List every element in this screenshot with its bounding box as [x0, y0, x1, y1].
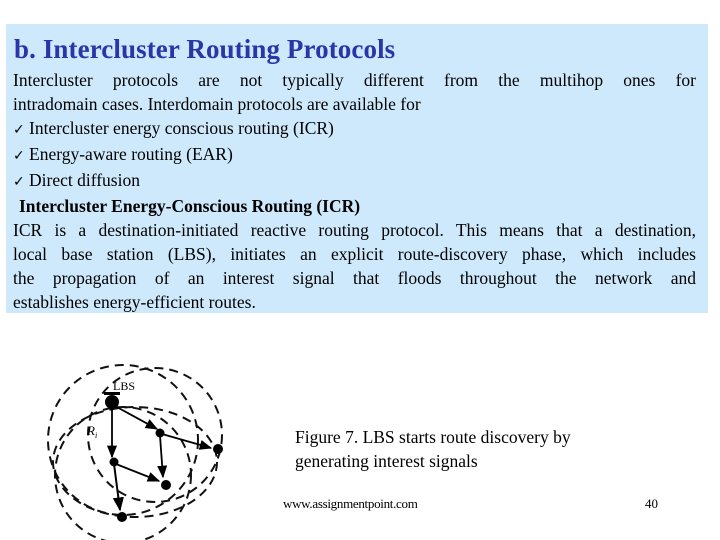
body-line: establishes energy-efficient routes. [13, 292, 256, 312]
lbs-label: LBS [113, 379, 135, 393]
body-line: local base station (LBS), initiates an e… [13, 244, 696, 264]
figure-background [35, 330, 241, 540]
sensor-node [161, 480, 171, 490]
intro-line: Intercluster protocols are not typically… [13, 70, 696, 90]
slide-body: Intercluster protocols are not typically… [13, 68, 696, 314]
sensor-node [117, 512, 127, 522]
bullet-text: Energy-aware routing (EAR) [29, 144, 233, 164]
checkmark-icon: ✓ [13, 122, 25, 138]
slide-title: b. Intercluster Routing Protocols [14, 34, 396, 64]
ri-label-subscript: i [95, 431, 97, 440]
content-box: b. Intercluster Routing Protocols Interc… [6, 24, 708, 313]
bullet-text: Direct diffusion [29, 170, 140, 190]
bullet-item: ✓ Energy-aware routing (EAR) [13, 142, 696, 168]
route-discovery-figure: LBS Ri [35, 330, 241, 540]
bullet-text: Intercluster energy conscious routing (I… [29, 118, 334, 138]
bullet-item: ✓ Direct diffusion [13, 168, 696, 194]
body-line: ICR is a destination-initiated reactive … [13, 220, 696, 240]
checkmark-icon: ✓ [13, 174, 25, 190]
subheading: Intercluster Energy-Conscious Routing (I… [19, 196, 361, 216]
checkmark-icon: ✓ [13, 148, 25, 164]
body-line: the propagation of an interest signal th… [13, 268, 696, 288]
sensor-node [213, 444, 223, 454]
lbs-node [105, 395, 119, 409]
page-number: 40 [645, 496, 658, 511]
ri-label-main: R [86, 423, 95, 438]
caption-line: Figure 7. LBS starts route discovery by [295, 427, 571, 447]
bullet-item: ✓ Intercluster energy conscious routing (… [13, 116, 696, 142]
intro-line: intradomain cases. Interdomain protocols… [13, 94, 421, 114]
sensor-node [155, 428, 165, 438]
caption-line: generating interest signals [295, 451, 478, 471]
figure-caption: Figure 7. LBS starts route discovery by … [295, 425, 571, 473]
sensor-node [109, 457, 119, 467]
footer-url: www.assignmentpoint.com [283, 496, 418, 511]
